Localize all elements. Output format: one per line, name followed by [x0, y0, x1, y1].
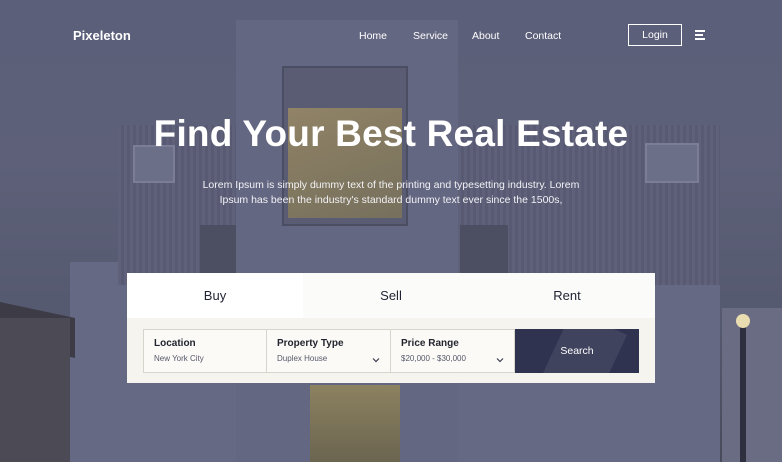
tab-buy[interactable]: Buy — [127, 273, 303, 318]
hero-title: Find Your Best Real Estate — [153, 113, 629, 154]
hero-subtitle: Lorem Ipsum is simply dummy text of the … — [200, 178, 582, 208]
search-button[interactable]: Search — [515, 329, 639, 373]
neighbor-house-left — [0, 318, 70, 462]
chevron-down-icon — [496, 358, 504, 363]
search-panel: Buy Sell Rent Location New York City Pro… — [127, 273, 655, 383]
property-type-value: Duplex House — [277, 354, 328, 363]
property-type-label: Property Type — [277, 338, 344, 349]
search-tabs: Buy Sell Rent — [127, 273, 655, 318]
site-logo[interactable]: Pixeleton — [73, 28, 131, 43]
search-button-label: Search — [560, 345, 594, 357]
hero-background-image — [0, 0, 782, 462]
house-entrance — [310, 385, 400, 462]
chevron-down-icon — [372, 358, 380, 363]
tab-sell[interactable]: Sell — [303, 273, 479, 318]
street-lamp — [740, 318, 746, 462]
street-lamp-light — [736, 314, 750, 328]
nav-link-service[interactable]: Service — [413, 30, 448, 42]
nav-link-about[interactable]: About — [472, 30, 499, 42]
price-range-label: Price Range — [401, 338, 459, 349]
nav-link-home[interactable]: Home — [359, 30, 387, 42]
price-range-select[interactable]: Price Range $20,000 - $30,000 — [391, 329, 515, 373]
neighbor-house-right — [722, 308, 782, 462]
property-type-select[interactable]: Property Type Duplex House — [267, 329, 391, 373]
tab-rent[interactable]: Rent — [479, 273, 655, 318]
location-value: New York City — [154, 354, 204, 363]
hero-subtitle-line-2: Ipsum has been the industry's standard d… — [219, 194, 563, 206]
house-column-right — [460, 225, 508, 275]
hamburger-icon[interactable] — [695, 30, 707, 40]
nav-link-contact[interactable]: Contact — [525, 30, 561, 42]
location-label: Location — [154, 338, 196, 349]
price-range-value: $20,000 - $30,000 — [401, 354, 466, 363]
location-field[interactable]: Location New York City — [143, 329, 267, 373]
hero-subtitle-line-1: Lorem Ipsum is simply dummy text of the … — [202, 179, 580, 191]
house-column-left — [200, 225, 236, 275]
search-fields: Location New York City Property Type Dup… — [143, 329, 639, 373]
login-button[interactable]: Login — [628, 24, 682, 46]
